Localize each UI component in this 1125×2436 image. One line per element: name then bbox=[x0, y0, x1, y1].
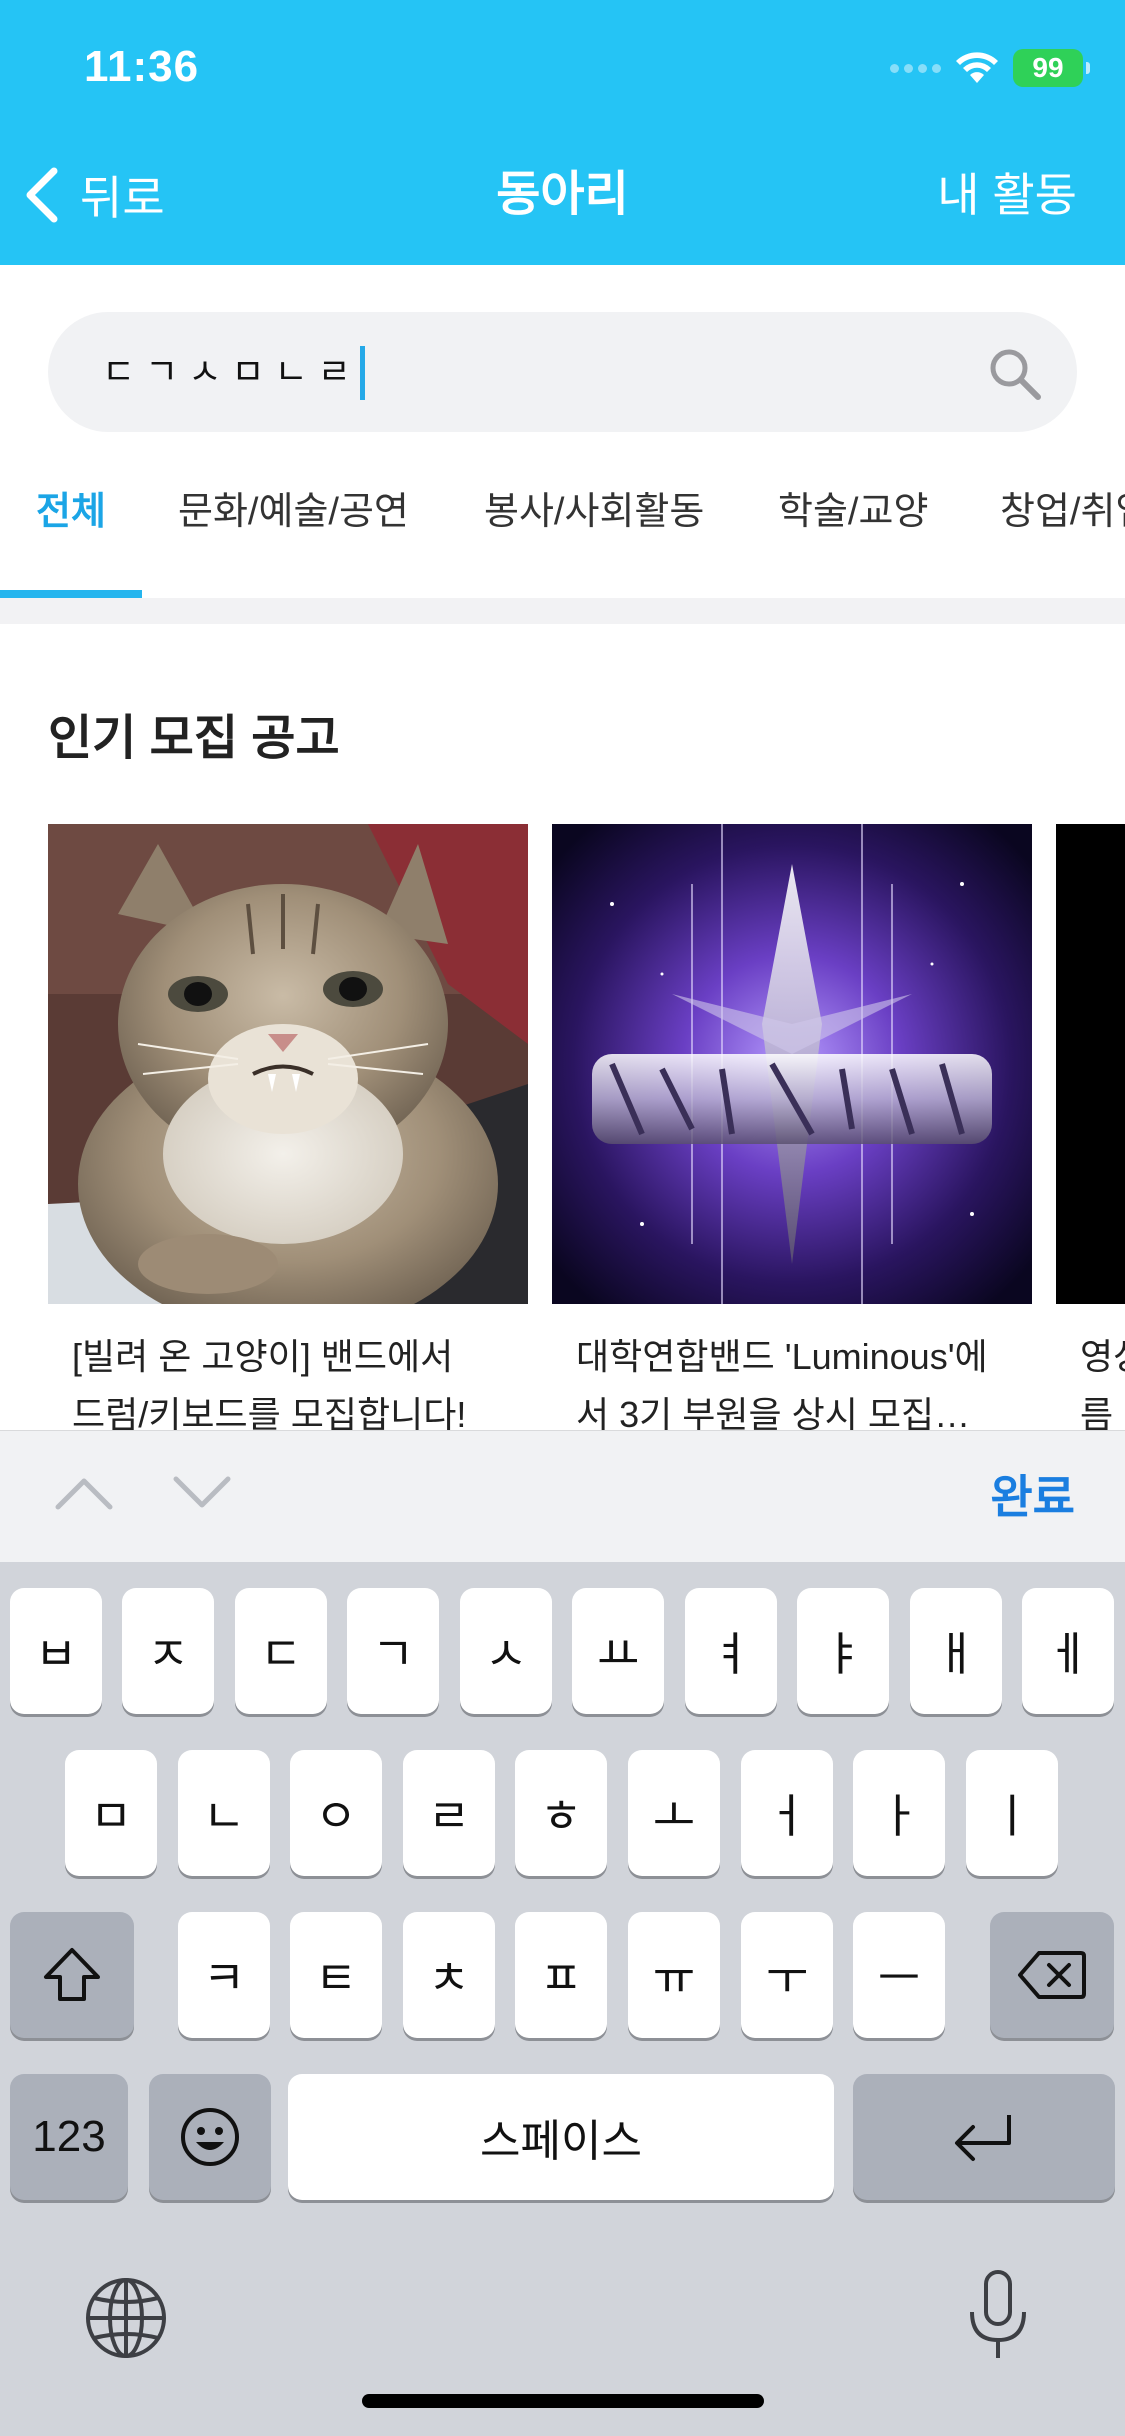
key-mieum[interactable]: ㅁ bbox=[65, 1750, 157, 1876]
tab-academic[interactable]: 학술/교양 bbox=[778, 462, 928, 562]
key-pieup[interactable]: ㅍ bbox=[515, 1912, 607, 2038]
status-indicators: 99 bbox=[890, 46, 1090, 90]
section-divider bbox=[0, 598, 1125, 624]
card-image-band-logo bbox=[552, 824, 1032, 1304]
back-button[interactable]: 뒤로 bbox=[24, 160, 165, 230]
tab-culture-arts[interactable]: 문화/예술/공연 bbox=[178, 462, 409, 562]
key-chieut[interactable]: ㅊ bbox=[403, 1912, 495, 2038]
card-title-line: 서 3기 부원을 상시 모집… bbox=[576, 1394, 971, 1430]
card-title: [빌려 온 고양이] 밴드에서 드럼/키보드를 모집합니다! bbox=[48, 1328, 528, 1430]
app-header: 11:36 99 뒤로 동아리 내 활동 bbox=[0, 0, 1125, 265]
space-key[interactable]: 스페이스 bbox=[288, 2074, 834, 2200]
card-title: 대학연합밴드 'Luminous'에 서 3기 부원을 상시 모집… bbox=[552, 1328, 1032, 1430]
card-title-line: 영상 bbox=[1080, 1336, 1125, 1377]
key-nieun[interactable]: ㄴ bbox=[178, 1750, 270, 1876]
return-key[interactable] bbox=[853, 2074, 1115, 2200]
chevron-down-icon[interactable] bbox=[172, 1473, 232, 1513]
battery-level: 99 bbox=[1032, 52, 1064, 83]
tab-all[interactable]: 전체 bbox=[36, 462, 106, 562]
key-tieut[interactable]: ㅌ bbox=[290, 1912, 382, 2038]
key-e[interactable]: ㅔ bbox=[1022, 1588, 1114, 1714]
key-kieuk[interactable]: ㅋ bbox=[178, 1912, 270, 2038]
home-indicator bbox=[362, 2394, 764, 2408]
korean-keyboard: ㅂ ㅈ ㄷ ㄱ ㅅ ㅛ ㅕ ㅑ ㅐ ㅔ ㅁ ㄴ ㅇ ㄹ ㅎ ㅗ ㅓ ㅏ ㅣ ㅋ … bbox=[0, 1562, 1125, 2436]
key-i[interactable]: ㅣ bbox=[966, 1750, 1058, 1876]
key-yeo[interactable]: ㅕ bbox=[685, 1588, 777, 1714]
key-eo[interactable]: ㅓ bbox=[741, 1750, 833, 1876]
wifi-icon bbox=[956, 52, 998, 83]
section-title: 인기 모집 공고 bbox=[48, 712, 340, 765]
search-input[interactable]: ㄷㄱㅅㅁㄴㄹ bbox=[102, 312, 361, 432]
emoji-key[interactable] bbox=[149, 2074, 271, 2200]
shift-icon bbox=[44, 1948, 100, 2001]
tab-startup[interactable]: 창업/취업 bbox=[1000, 462, 1125, 562]
key-giyeok[interactable]: ㄱ bbox=[347, 1588, 439, 1714]
card-title-line: 대학연합밴드 'Luminous'에 bbox=[576, 1336, 988, 1377]
done-button[interactable]: 완료 bbox=[990, 1431, 1075, 1563]
key-rieul[interactable]: ㄹ bbox=[403, 1750, 495, 1876]
key-o[interactable]: ㅗ bbox=[628, 1750, 720, 1876]
key-bieup[interactable]: ㅂ bbox=[10, 1588, 102, 1714]
key-ieung[interactable]: ㅇ bbox=[290, 1750, 382, 1876]
battery-icon: 99 bbox=[1013, 49, 1090, 87]
numbers-key[interactable]: 123 bbox=[10, 2074, 128, 2200]
return-icon bbox=[955, 2115, 1011, 2161]
delete-key[interactable] bbox=[990, 1912, 1114, 2038]
my-activity-button[interactable]: 내 활동 bbox=[937, 160, 1077, 230]
card-title-line: [빌려 온 고양이] 밴드에서 bbox=[72, 1336, 454, 1377]
key-a[interactable]: ㅏ bbox=[853, 1750, 945, 1876]
back-label: 뒤로 bbox=[80, 172, 165, 224]
recruitment-card[interactable]: 대학연합밴드 'Luminous'에 서 3기 부원을 상시 모집… bbox=[552, 824, 1032, 1430]
active-tab-indicator bbox=[0, 590, 142, 598]
chevron-up-icon[interactable] bbox=[54, 1473, 114, 1513]
chevron-left-icon bbox=[26, 167, 58, 223]
recruitment-carousel: [빌려 온 고양이] 밴드에서 드럼/키보드를 모집합니다! 대학연합밴드 'L… bbox=[0, 824, 1125, 1430]
microphone-icon[interactable] bbox=[966, 2268, 1030, 2364]
key-yu[interactable]: ㅠ bbox=[628, 1912, 720, 2038]
card-image-partial bbox=[1056, 824, 1125, 1304]
tab-volunteer[interactable]: 봉사/사회활동 bbox=[484, 462, 704, 562]
search-icon[interactable] bbox=[987, 346, 1043, 402]
key-ya[interactable]: ㅑ bbox=[797, 1588, 889, 1714]
cellular-signal-icon bbox=[890, 63, 941, 73]
key-u[interactable]: ㅜ bbox=[741, 1912, 833, 2038]
card-title-line: 름 bbox=[1080, 1394, 1114, 1430]
key-ae[interactable]: ㅐ bbox=[910, 1588, 1002, 1714]
card-image-cat bbox=[48, 824, 528, 1304]
key-jieut[interactable]: ㅈ bbox=[122, 1588, 214, 1714]
emoji-icon bbox=[181, 2108, 239, 2166]
delete-icon bbox=[1018, 1951, 1086, 1999]
key-siot[interactable]: ㅅ bbox=[460, 1588, 552, 1714]
shift-key[interactable] bbox=[10, 1912, 134, 2038]
key-digeut[interactable]: ㄷ bbox=[235, 1588, 327, 1714]
text-cursor bbox=[360, 346, 365, 400]
globe-icon[interactable] bbox=[84, 2276, 168, 2360]
key-hieut[interactable]: ㅎ bbox=[515, 1750, 607, 1876]
key-yo[interactable]: ㅛ bbox=[572, 1588, 664, 1714]
search-field[interactable]: ㄷㄱㅅㅁㄴㄹ bbox=[48, 312, 1077, 432]
recruitment-card[interactable]: 영상 름 bbox=[1056, 824, 1125, 1430]
recruitment-card[interactable]: [빌려 온 고양이] 밴드에서 드럼/키보드를 모집합니다! bbox=[48, 824, 528, 1430]
status-time: 11:36 bbox=[84, 42, 200, 91]
card-title-line: 드럼/키보드를 모집합니다! bbox=[72, 1394, 467, 1430]
category-tabs: 전체 문화/예술/공연 봉사/사회활동 학술/교양 창업/취업 bbox=[0, 462, 1125, 598]
key-eu[interactable]: ㅡ bbox=[853, 1912, 945, 2038]
keyboard-accessory-bar: 완료 bbox=[0, 1430, 1125, 1562]
card-title: 영상 름 bbox=[1056, 1328, 1125, 1430]
